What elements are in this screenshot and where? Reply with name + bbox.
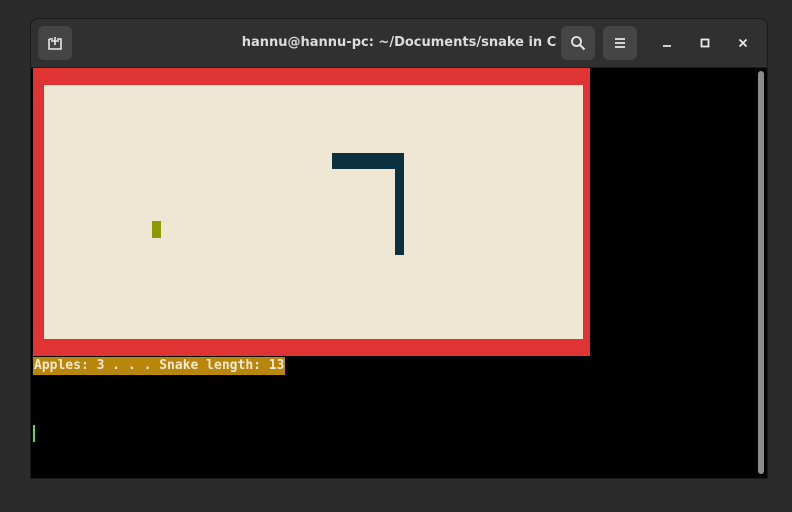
terminal-window: hannu@hannu-pc: ~/Documents/snake in C A… xyxy=(30,18,768,479)
terminal-cursor xyxy=(33,425,35,442)
menu-button[interactable] xyxy=(603,26,637,60)
game-board xyxy=(44,85,583,339)
new-tab-icon xyxy=(47,35,63,51)
title-bar[interactable]: hannu@hannu-pc: ~/Documents/snake in C xyxy=(31,19,767,68)
search-icon xyxy=(570,35,586,51)
game-board-border xyxy=(33,68,590,356)
maximize-button[interactable] xyxy=(693,31,717,55)
minimize-icon xyxy=(661,34,673,53)
status-line: Apples: 3 . . . Snake length: 13 xyxy=(33,357,286,375)
close-button[interactable] xyxy=(731,31,755,55)
new-tab-button[interactable] xyxy=(38,26,72,60)
search-button[interactable] xyxy=(561,26,595,60)
scrollbar[interactable] xyxy=(755,68,767,478)
maximize-icon xyxy=(699,34,711,53)
snake-body-horizontal xyxy=(332,153,404,169)
minimize-button[interactable] xyxy=(655,31,679,55)
hamburger-menu-icon xyxy=(613,36,627,50)
close-icon xyxy=(737,34,749,53)
scrollbar-thumb[interactable] xyxy=(758,71,764,474)
window-title: hannu@hannu-pc: ~/Documents/snake in C xyxy=(241,35,557,50)
terminal-area[interactable]: Apples: 3 . . . Snake length: 13 xyxy=(31,68,767,478)
apple xyxy=(152,221,161,238)
snake-body-vertical xyxy=(395,153,404,255)
